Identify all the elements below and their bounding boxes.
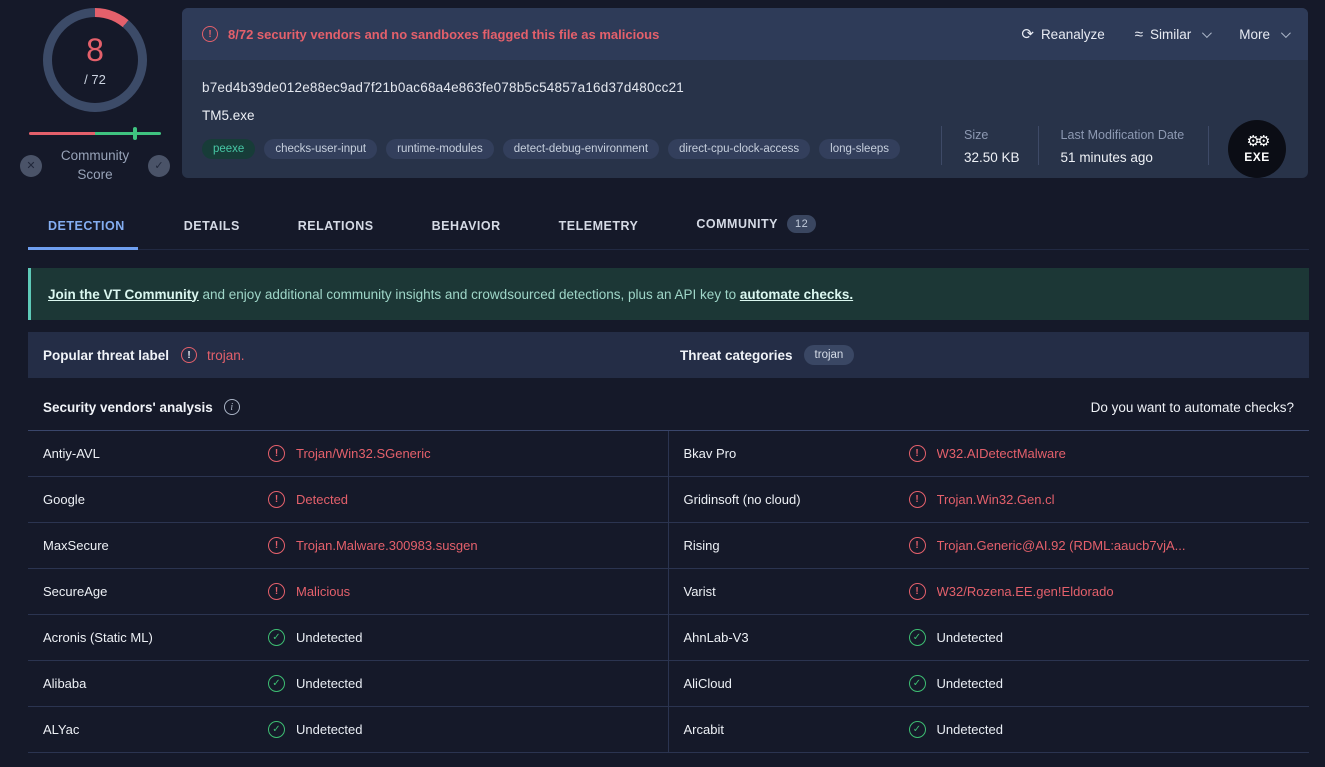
similar-icon: ≈: [1134, 25, 1143, 43]
table-row: Google ! Detected Gridinsoft (no cloud) !…: [28, 477, 1309, 523]
table-row: Acronis (Static ML) ✓ Undetected AhnLab-V…: [28, 615, 1309, 661]
vendor-cell: MaxSecure ! Trojan.Malware.300983.susgen: [28, 523, 669, 568]
threat-category-pill: trojan: [803, 345, 855, 365]
tab-detection[interactable]: DETECTION: [28, 219, 138, 250]
tab-behavior[interactable]: BEHAVIOR: [420, 219, 513, 249]
check-circle-icon: ✓: [908, 629, 926, 646]
popular-threat-label: Popular threat label: [43, 347, 170, 363]
warning-strip: ! 8/72 security vendors and no sandboxes…: [182, 8, 1308, 60]
detection-score-value: 8: [86, 31, 104, 68]
check-circle-icon: ✓: [908, 675, 926, 692]
threat-categories-label: Threat categories: [680, 347, 793, 363]
warning-message: 8/72 security vendors and no sandboxes f…: [228, 26, 660, 42]
info-icon[interactable]: i: [223, 399, 240, 415]
check-circle-icon: ✓: [268, 629, 285, 646]
alert-circle-icon: !: [908, 445, 926, 462]
alert-circle-icon: !: [268, 445, 285, 462]
community-vote-up-button[interactable]: ✓: [148, 154, 170, 177]
community-count-badge: 12: [786, 215, 817, 233]
alert-circle-icon: !: [202, 26, 218, 42]
vendor-results-table: Antiy-AVL ! Trojan/Win32.SGeneric Bkav Pr…: [28, 430, 1309, 767]
tag-checks-user-input[interactable]: checks-user-input: [264, 139, 378, 159]
vendor-cell: ALYac ✓ Undetected: [28, 707, 669, 752]
tag-runtime-modules[interactable]: runtime-modules: [386, 139, 494, 159]
check-circle-icon: ✓: [268, 721, 285, 738]
alert-circle-icon: !: [268, 491, 285, 508]
table-row: MaxSecure ! Trojan.Malware.300983.susgen …: [28, 523, 1309, 569]
table-row: ALYac ✓ Undetected Arcabit ✓ Undetected: [28, 707, 1309, 753]
threat-label-value: trojan.: [207, 347, 245, 363]
vendor-cell: Varist ! W32/Rozena.EE.gen!Eldorado: [683, 583, 1114, 600]
chevron-down-icon: [1202, 27, 1213, 38]
community-score-marker: [133, 127, 138, 140]
security-vendors-analysis-header: Security vendors' analysis i Do you want…: [28, 384, 1309, 430]
table-row: SecureAge ! Malicious Varist ! W32/Rozena.…: [28, 569, 1309, 615]
popular-threat-row: Popular threat label ! trojan. Threat ca…: [28, 332, 1309, 378]
alert-circle-icon: !: [181, 347, 198, 363]
alert-circle-icon: !: [268, 537, 285, 554]
file-name: TM5.exe: [202, 108, 255, 123]
more-button[interactable]: More: [1239, 27, 1291, 42]
community-score-label: Community Score: [60, 148, 130, 182]
tabs-bar: DETECTION DETAILS RELATIONS BEHAVIOR TEL…: [28, 202, 1309, 250]
file-size: Size 32.50 KB: [941, 126, 1038, 165]
vendor-cell: AliCloud ✓ Undetected: [683, 675, 1003, 692]
table-row: Alibaba ✓ Undetected AliCloud ✓ Undetected: [28, 661, 1309, 707]
tag-long-sleeps[interactable]: long-sleeps: [819, 139, 900, 159]
vendor-cell: SecureAge ! Malicious: [28, 569, 669, 614]
table-row: Antiy-AVL ! Trojan/Win32.SGeneric Bkav Pr…: [28, 431, 1309, 477]
vendor-cell: AhnLab-V3 ✓ Undetected: [683, 629, 1003, 646]
tab-details[interactable]: DETAILS: [172, 219, 252, 249]
vt-community-banner: Join the VT Community and enjoy addition…: [28, 268, 1309, 320]
file-sha256-hash: b7ed4b39de012e88ec9ad7f21b0ac68a4e863fe0…: [202, 80, 685, 95]
alert-circle-icon: !: [908, 583, 926, 600]
vendor-cell: Rising ! Trojan.Generic@AI.92 (RDML:aaucb…: [683, 537, 1186, 554]
vendor-cell: Antiy-AVL ! Trojan/Win32.SGeneric: [28, 431, 669, 476]
alert-circle-icon: !: [908, 537, 926, 554]
check-circle-icon: ✓: [908, 721, 926, 738]
tab-community[interactable]: COMMUNITY 12: [684, 215, 828, 249]
alert-circle-icon: !: [908, 491, 926, 508]
refresh-icon: ⟳: [1021, 25, 1034, 43]
chevron-down-icon: [1280, 27, 1291, 38]
similar-button[interactable]: ≈ Similar: [1134, 25, 1213, 43]
check-circle-icon: ✓: [268, 675, 285, 692]
banner-text: and enjoy additional community insights …: [198, 286, 740, 302]
gears-icon: ⚙⚙: [1246, 133, 1271, 150]
vendor-cell: Acronis (Static ML) ✓ Undetected: [28, 615, 669, 660]
tab-relations[interactable]: RELATIONS: [286, 219, 386, 249]
last-modification-date: Last Modification Date 51 minutes ago: [1037, 126, 1210, 165]
tag-detect-debug-environment[interactable]: detect-debug-environment: [502, 139, 660, 159]
tab-telemetry[interactable]: TELEMETRY: [547, 219, 651, 249]
join-vt-community-link[interactable]: Join the VT Community: [48, 287, 199, 302]
tag-direct-cpu-clock-access[interactable]: direct-cpu-clock-access: [668, 139, 811, 159]
alert-circle-icon: !: [268, 583, 285, 600]
detection-score-gauge: 8 / 72: [43, 8, 147, 112]
tag-peexe[interactable]: peexe: [202, 139, 256, 159]
file-header-card: ! 8/72 security vendors and no sandboxes…: [182, 8, 1308, 178]
community-vote-down-button[interactable]: ✕: [20, 154, 42, 177]
automate-checks-prompt[interactable]: Do you want to automate checks?: [1091, 400, 1294, 415]
analysis-title: Security vendors' analysis: [43, 399, 213, 415]
automate-checks-link[interactable]: automate checks.: [740, 287, 853, 302]
reanalyze-button[interactable]: ⟳ Reanalyze: [1021, 27, 1104, 42]
vendor-cell: Bkav Pro ! W32.AIDetectMalware: [683, 445, 1066, 462]
vendor-cell: Alibaba ✓ Undetected: [28, 661, 669, 706]
detection-score-widget: 8 / 72 ✕ Community Score ✓: [20, 8, 170, 185]
vendor-cell: Arcabit ✓ Undetected: [683, 721, 1003, 738]
detection-score-total: / 72: [84, 71, 106, 87]
vendor-cell: Google ! Detected: [28, 477, 669, 522]
vendor-cell: Gridinsoft (no cloud) ! Trojan.Win32.Gen.…: [683, 491, 1055, 508]
exe-file-icon: ⚙⚙ EXE: [1228, 120, 1286, 178]
community-score-bar: [29, 127, 161, 140]
